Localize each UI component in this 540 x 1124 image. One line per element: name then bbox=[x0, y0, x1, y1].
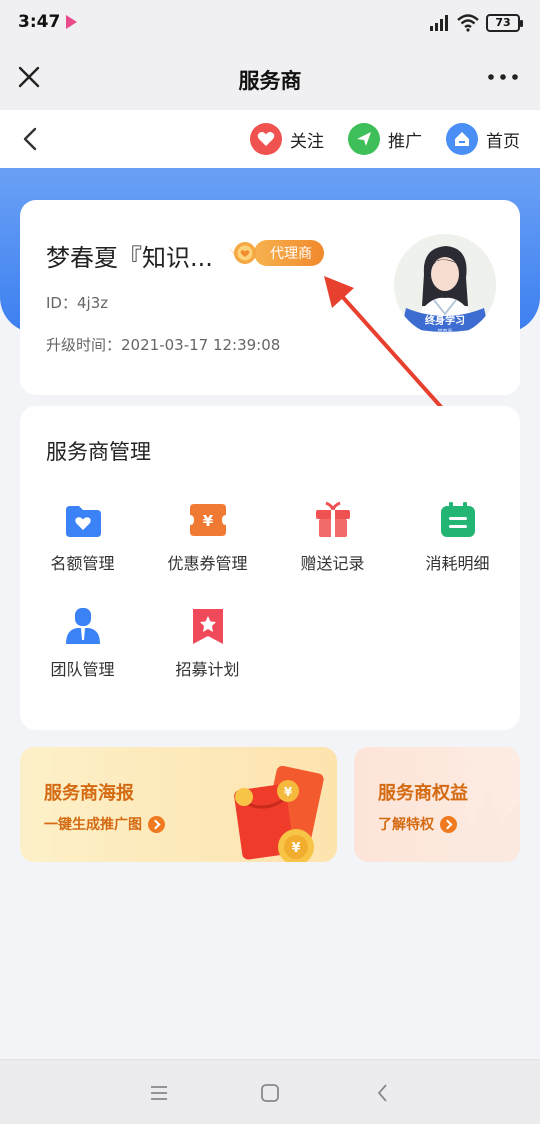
promote-button[interactable]: 推广 bbox=[348, 122, 422, 156]
status-time: 3:47 bbox=[18, 12, 61, 32]
home-icon bbox=[446, 123, 478, 155]
consumption-details-button[interactable]: 消耗明细 bbox=[395, 500, 520, 590]
gift-records-button[interactable]: 赠送记录 bbox=[270, 500, 395, 590]
medal-icon bbox=[229, 242, 261, 264]
folder-heart-icon bbox=[66, 506, 101, 537]
home-button[interactable]: 首页 bbox=[446, 122, 520, 156]
team-management-button[interactable]: 团队管理 bbox=[20, 606, 145, 696]
gift-records-label: 赠送记录 bbox=[300, 554, 365, 573]
recruitment-plan-button[interactable]: 招募计划 bbox=[145, 606, 270, 696]
rights-subtitle-text: 了解特权 bbox=[378, 817, 434, 833]
poster-subtitle-text: 一键生成推广图 bbox=[44, 817, 142, 833]
home-square-icon[interactable] bbox=[259, 1082, 281, 1104]
system-nav-bar bbox=[0, 1059, 540, 1124]
red-envelope-icon: ¥ ¥ bbox=[234, 765, 324, 862]
coupon-management-button[interactable]: ¥ 优惠券管理 bbox=[145, 500, 270, 590]
profile-name: 梦春夏『知识... bbox=[46, 244, 213, 272]
upgrade-time-label: 升级时间： bbox=[46, 336, 122, 354]
svg-text:¥: ¥ bbox=[291, 841, 300, 856]
recruitment-plan-label: 招募计划 bbox=[175, 660, 240, 679]
poster-subtitle[interactable]: 一键生成推广图 bbox=[44, 814, 165, 834]
svg-text:¥: ¥ bbox=[284, 785, 293, 799]
back-triangle-icon[interactable] bbox=[372, 1082, 394, 1104]
team-management-label: 团队管理 bbox=[50, 660, 115, 679]
rights-card[interactable]: 服务商权益 了解特权 bbox=[354, 747, 520, 862]
person-icon bbox=[66, 608, 100, 644]
poster-card[interactable]: 服务商海报 一键生成推广图 ¥ ¥ bbox=[20, 747, 337, 862]
wifi-icon bbox=[457, 14, 479, 32]
status-bar: 3:47 73 bbox=[0, 0, 540, 46]
home-label: 首页 bbox=[486, 131, 520, 152]
consumption-details-label: 消耗明细 bbox=[425, 554, 490, 573]
user-id-label: ID： bbox=[46, 294, 77, 312]
gift-icon bbox=[316, 501, 350, 537]
svg-text:¥: ¥ bbox=[203, 512, 214, 530]
arrow-right-icon bbox=[148, 815, 165, 833]
arrow-right-icon bbox=[440, 815, 457, 833]
calendar-list-icon bbox=[441, 502, 475, 537]
send-icon bbox=[348, 123, 380, 155]
play-store-icon bbox=[66, 15, 77, 29]
rights-subtitle[interactable]: 了解特权 bbox=[378, 814, 457, 834]
page-title: 服务商 bbox=[238, 69, 302, 93]
coupon-management-label: 优惠券管理 bbox=[167, 554, 248, 573]
poster-title: 服务商海报 bbox=[44, 783, 134, 804]
battery-icon: 73 bbox=[486, 14, 523, 32]
coupon-icon: ¥ bbox=[190, 504, 226, 536]
title-bar: 服务商 bbox=[0, 46, 540, 110]
heart-icon bbox=[250, 123, 282, 155]
upgrade-time: 升级时间：2021-03-17 12:39:08 bbox=[46, 334, 280, 355]
management-card: 服务商管理 名额管理 ¥ 优惠券管理 赠送记录 消耗明细 团队管理 招募计划 bbox=[20, 406, 520, 730]
nav-bar: 关注 推广 首页 bbox=[0, 110, 540, 168]
follow-label: 关注 bbox=[290, 131, 324, 152]
upgrade-time-value: 2021-03-17 12:39:08 bbox=[121, 336, 281, 354]
back-icon[interactable] bbox=[16, 124, 44, 154]
agent-badge: 代理商 bbox=[226, 240, 324, 266]
rights-title: 服务商权益 bbox=[378, 783, 468, 804]
signal-icon bbox=[430, 15, 448, 31]
quota-management-button[interactable]: 名额管理 bbox=[20, 500, 145, 590]
menu-icon[interactable] bbox=[148, 1082, 170, 1104]
annotation-arrow bbox=[324, 276, 444, 410]
quota-management-label: 名额管理 bbox=[50, 554, 115, 573]
more-icon[interactable] bbox=[486, 68, 520, 86]
user-id: ID：4j3z bbox=[46, 292, 108, 313]
star-banner-icon bbox=[193, 609, 223, 644]
follow-button[interactable]: 关注 bbox=[250, 122, 324, 156]
promote-label: 推广 bbox=[388, 131, 422, 152]
user-id-value: 4j3z bbox=[76, 294, 109, 312]
management-title: 服务商管理 bbox=[46, 440, 151, 464]
badge-label: 代理商 bbox=[254, 240, 324, 266]
